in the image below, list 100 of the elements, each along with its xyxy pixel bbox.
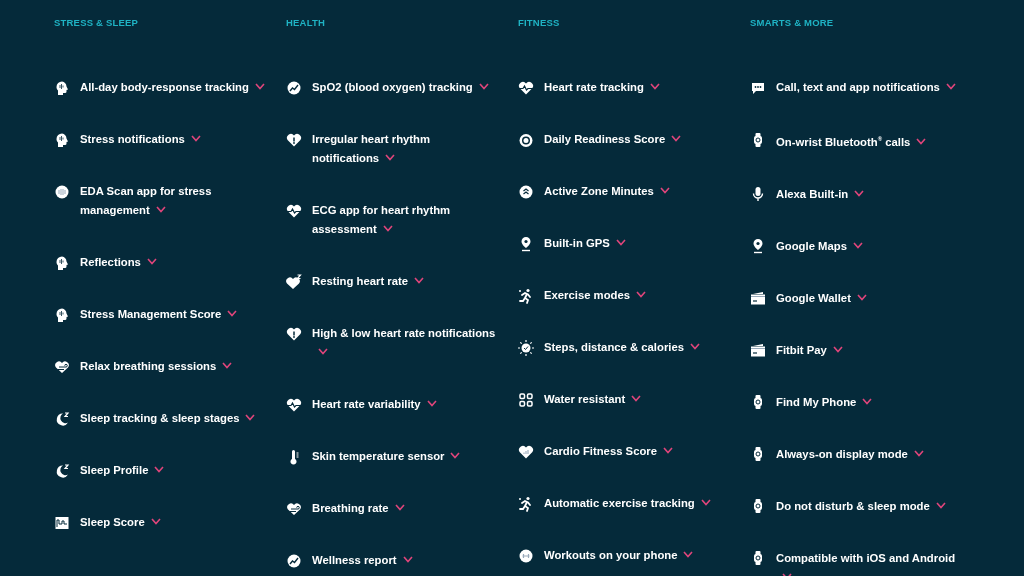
feature-toggle[interactable]: Steps, distance & calories [518, 338, 732, 357]
feature-toggle[interactable]: Do not disturb & sleep mode [750, 496, 964, 516]
chevron-icon [155, 206, 166, 213]
trend-icon [286, 79, 302, 96]
sensor-icon [54, 183, 70, 200]
feature-toggle[interactable]: Water resistant [518, 390, 732, 409]
feature-toggle[interactable]: Automatic exercise tracking [518, 494, 732, 513]
chevron-icon [631, 395, 642, 402]
feature-toggle[interactable]: Cardio Fitness Score [518, 442, 732, 461]
chart-icon [54, 514, 70, 531]
feature-toggle[interactable]: Active Zone Minutes [518, 182, 732, 201]
heart-pulse-icon [286, 202, 302, 219]
chevron-icon [190, 135, 201, 142]
feature-toggle[interactable]: Sleep Score [54, 513, 268, 532]
chevron-icon [659, 187, 670, 194]
heart-pulse-icon [286, 396, 302, 413]
feature-toggle[interactable]: ECG app for heart rhythm assessment [286, 201, 500, 239]
feature-toggle[interactable]: Irregular heart rhythm notifications [286, 130, 500, 168]
chevron-icon [478, 83, 489, 90]
runner-icon [518, 287, 534, 304]
column-heading: SMARTS & MORE [750, 17, 834, 29]
feature-toggle[interactable]: Built-in GPS [518, 234, 732, 253]
chevron-icon [150, 518, 161, 525]
head-icon [54, 254, 70, 271]
chevron-icon [245, 414, 256, 421]
chevron-icon [254, 83, 265, 90]
column-heading: FITNESS [518, 17, 560, 29]
chevron-icon [852, 241, 863, 249]
heart-chart-icon [518, 443, 534, 460]
feature-toggle[interactable]: Sleep Profile [54, 461, 268, 480]
feature-toggle[interactable]: Resting heart rate [286, 272, 500, 291]
gauge-icon [518, 131, 534, 148]
feature-toggle[interactable]: EDA Scan app for stress management [54, 182, 268, 220]
head-icon [54, 306, 70, 323]
card-icon [750, 342, 766, 359]
zone-icon [518, 183, 534, 200]
feature-toggle[interactable]: Relax breathing sessions [54, 357, 268, 376]
feature-toggle[interactable]: High & low heart rate notifications [286, 324, 500, 362]
feature-toggle[interactable]: Heart rate tracking [518, 78, 732, 97]
chevron-icon [318, 348, 328, 355]
chevron-icon [683, 551, 694, 558]
chevron-icon [426, 400, 437, 407]
chevron-icon [385, 154, 396, 161]
chevron-icon [394, 504, 405, 511]
chevron-icon [414, 277, 425, 284]
chevron-icon [945, 83, 956, 90]
feature-toggle[interactable]: On-wrist Bluetooth$^{®}$ calls [750, 130, 964, 152]
chevron-icon [663, 447, 673, 454]
feature-toggle[interactable]: Find My Phone [750, 392, 964, 412]
sun-icon [518, 339, 534, 356]
feature-toggle[interactable]: SpO2 (blood oxygen) tracking [286, 78, 500, 97]
chevron-icon [690, 343, 700, 350]
feature-toggle[interactable]: Reflections [54, 253, 268, 272]
feature-toggle[interactable]: Sleep tracking & sleep stages [54, 409, 268, 428]
feature-toggle[interactable]: Google Maps [750, 236, 964, 256]
chevron-icon [402, 556, 413, 563]
feature-toggle[interactable]: Always-on display mode [750, 444, 964, 464]
feature-toggle[interactable]: Wellness report [286, 551, 500, 570]
heart-pulse-icon [518, 79, 534, 96]
feature-toggle[interactable]: Google Wallet [750, 288, 964, 308]
head-icon [54, 79, 70, 96]
head-icon [54, 131, 70, 148]
chevron-icon [146, 258, 157, 265]
grid-icon [518, 391, 534, 408]
card-icon [750, 290, 766, 307]
heart-sleep-icon [286, 273, 302, 290]
chevron-icon [227, 310, 238, 317]
feature-toggle[interactable]: Fitbit Pay [750, 340, 964, 360]
column-heading: HEALTH [286, 17, 326, 29]
feature-toggle[interactable]: Stress notifications [54, 130, 268, 149]
chevron-icon [154, 466, 165, 473]
feature-toggle[interactable]: Daily Readiness Score [518, 130, 732, 149]
chevron-icon [862, 397, 873, 405]
feature-toggle[interactable]: Exercise modes [518, 286, 732, 305]
feature-toggle[interactable]: All-day body-response tracking [54, 78, 268, 97]
chevron-icon [935, 501, 946, 509]
chevron-icon [382, 225, 393, 232]
heart-wind-icon [286, 500, 302, 517]
chevron-icon [854, 189, 865, 197]
feature-toggle[interactable]: Compatible with iOS and Android [750, 548, 964, 576]
feature-toggle[interactable]: Breathing rate [286, 499, 500, 518]
trend-icon [286, 552, 302, 569]
heart-alert-icon [286, 131, 302, 148]
chevron-icon [913, 449, 924, 457]
chevron-icon [916, 137, 927, 145]
feature-toggle[interactable]: Alexa Built-in [750, 184, 964, 204]
feature-toggle[interactable]: Workouts on your phone [518, 546, 732, 565]
feature-toggle[interactable]: Heart rate variability [286, 395, 500, 414]
heart-wind-icon [54, 358, 70, 375]
chevron-icon [222, 362, 233, 369]
chevron-icon [856, 293, 867, 301]
microphone-icon [750, 186, 766, 203]
feature-toggle[interactable]: Stress Management Score [54, 305, 268, 324]
chevron-icon [671, 135, 682, 142]
chevron-icon [649, 83, 660, 90]
column-heading: STRESS & SLEEP [54, 17, 139, 29]
heart-alert-icon [286, 325, 302, 342]
feature-toggle[interactable]: Call, text and app notifications [750, 78, 964, 97]
feature-toggle[interactable]: Skin temperature sensor [286, 447, 500, 466]
moon-icon [54, 462, 70, 479]
